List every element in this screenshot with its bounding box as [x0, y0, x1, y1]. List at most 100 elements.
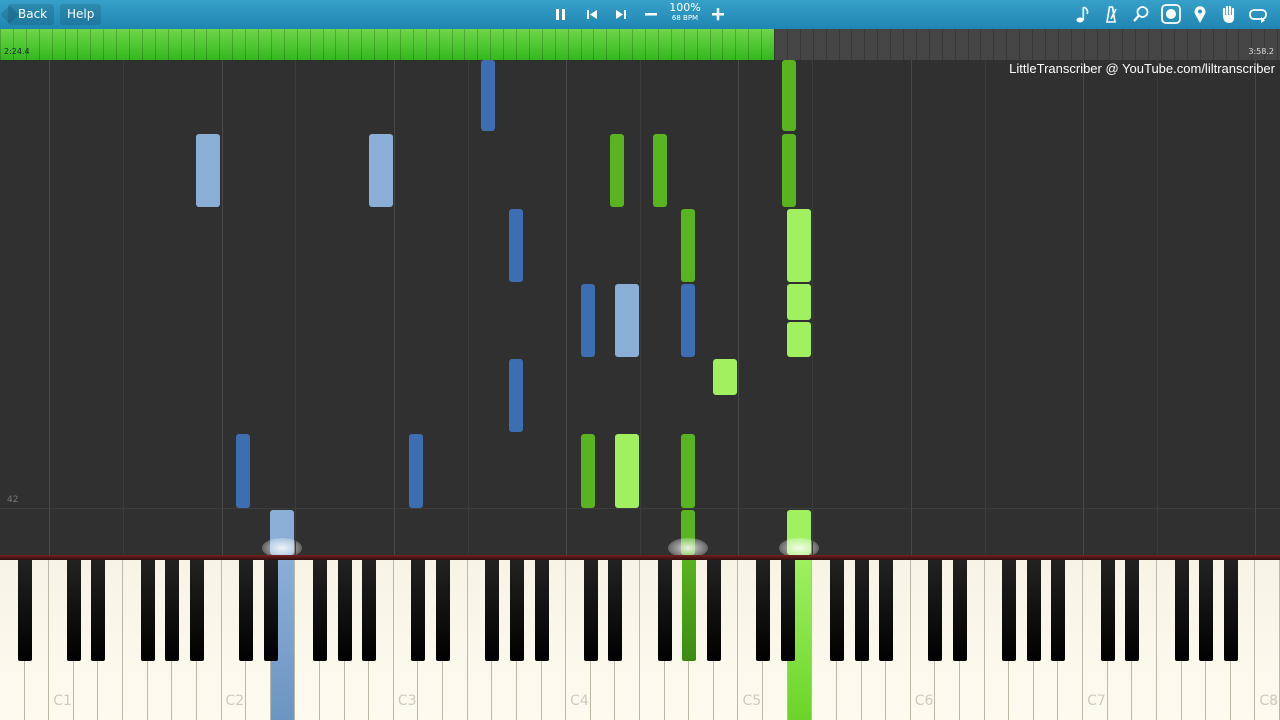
black-key[interactable]: [583, 560, 598, 661]
black-key[interactable]: [485, 560, 500, 661]
octave-label: C1: [53, 693, 72, 709]
black-key[interactable]: [91, 560, 106, 661]
progress-tick: [116, 29, 118, 60]
black-key[interactable]: [1100, 560, 1115, 661]
progress-tick: [1019, 29, 1021, 60]
progress-tick: [245, 29, 247, 60]
magnifier-icon[interactable]: [1129, 3, 1153, 26]
progress-tick: [1161, 29, 1162, 60]
note-label-icon[interactable]: [1159, 3, 1183, 26]
progress-tick: [90, 29, 92, 60]
black-key[interactable]: [928, 560, 943, 661]
black-key[interactable]: [1051, 560, 1066, 661]
progress-tick: [864, 29, 866, 60]
progress-tick: [528, 29, 530, 60]
note: [681, 209, 695, 282]
black-key[interactable]: [239, 560, 254, 661]
note: [610, 134, 624, 207]
black-key[interactable]: [879, 560, 894, 661]
black-key[interactable]: [780, 560, 795, 661]
black-key[interactable]: [756, 560, 771, 661]
octave-gridline: [49, 60, 51, 555]
progress-tick: [1122, 29, 1124, 60]
metronome-icon[interactable]: [1099, 3, 1123, 26]
progress-bar[interactable]: [0, 29, 1280, 60]
black-key[interactable]: [706, 560, 721, 661]
black-key[interactable]: [534, 560, 549, 661]
black-key[interactable]: [1199, 560, 1214, 661]
progress-tick: [129, 29, 130, 60]
black-key[interactable]: [66, 560, 81, 661]
progress-tick: [748, 29, 750, 60]
black-key[interactable]: [854, 560, 869, 661]
progress-tick: [954, 29, 956, 60]
black-key[interactable]: [829, 560, 844, 661]
black-key[interactable]: [1026, 560, 1041, 661]
black-key[interactable]: [953, 560, 967, 661]
loop-icon[interactable]: [1246, 3, 1270, 26]
progress-tick: [464, 29, 466, 60]
progress-tick: [774, 29, 775, 60]
black-key[interactable]: [263, 560, 278, 661]
gridline: [812, 60, 814, 555]
progress-tick: [1225, 29, 1227, 60]
progress-tick: [1083, 29, 1085, 60]
black-key[interactable]: [362, 560, 377, 661]
progress-tick: [154, 29, 156, 60]
measure-number: 42: [7, 495, 19, 505]
progress-tick: [1173, 29, 1175, 60]
black-key[interactable]: [1223, 560, 1238, 661]
minus-icon[interactable]: [639, 3, 663, 26]
black-key[interactable]: [17, 560, 32, 661]
pause-icon[interactable]: [549, 3, 573, 26]
progress-tick: [825, 29, 827, 60]
progress-tick: [993, 29, 995, 60]
note: [782, 60, 796, 131]
black-key[interactable]: [313, 560, 327, 661]
progress-tick: [1070, 29, 1072, 60]
note: [787, 322, 811, 357]
black-key[interactable]: [1174, 560, 1189, 661]
black-key[interactable]: [1125, 560, 1140, 661]
octave-label: C6: [914, 693, 934, 709]
black-key[interactable]: [165, 560, 180, 661]
watermark: LittleTranscriber @ YouTube.com/liltrans…: [1009, 61, 1275, 76]
speed-readout[interactable]: 100% 68 BPM: [668, 2, 702, 24]
piano-keyboard: C1 C2 C3 C4 C5 C6 C7 C8: [0, 555, 1280, 720]
black-key[interactable]: [140, 560, 155, 661]
music-note-icon[interactable]: [1070, 3, 1094, 26]
black-key[interactable]: [436, 560, 451, 661]
progress-tick: [1148, 29, 1150, 60]
plus-icon[interactable]: [706, 3, 730, 26]
progress-tick: [296, 29, 298, 60]
progress-tick: [838, 29, 840, 60]
progress-tick: [619, 29, 621, 60]
hand-icon[interactable]: [1217, 3, 1241, 26]
skip-back-icon[interactable]: [580, 3, 604, 26]
progress-tick: [735, 29, 737, 60]
progress-tick: [941, 29, 943, 60]
progress-tick: [1135, 29, 1137, 60]
black-key[interactable]: [682, 560, 697, 661]
black-key[interactable]: [509, 560, 524, 661]
note: [196, 134, 220, 207]
progress-tick: [632, 29, 634, 60]
black-key[interactable]: [657, 560, 672, 661]
progress-tick: [645, 29, 646, 60]
black-key[interactable]: [337, 560, 352, 661]
black-key[interactable]: [1002, 560, 1017, 661]
progress-tick: [309, 29, 311, 60]
map-pin-icon[interactable]: [1188, 3, 1212, 26]
back-button[interactable]: Back: [8, 4, 55, 25]
progress-tick: [851, 29, 853, 60]
progress-tick: [567, 29, 569, 60]
black-key[interactable]: [189, 560, 204, 661]
octave-gridline: [1255, 60, 1257, 555]
progress-tick: [38, 29, 40, 60]
help-button[interactable]: Help: [60, 4, 102, 25]
skip-forward-icon[interactable]: [609, 3, 633, 26]
gridline: [295, 60, 297, 555]
black-key[interactable]: [411, 560, 426, 661]
progress-tick: [593, 29, 595, 60]
black-key[interactable]: [608, 560, 623, 661]
